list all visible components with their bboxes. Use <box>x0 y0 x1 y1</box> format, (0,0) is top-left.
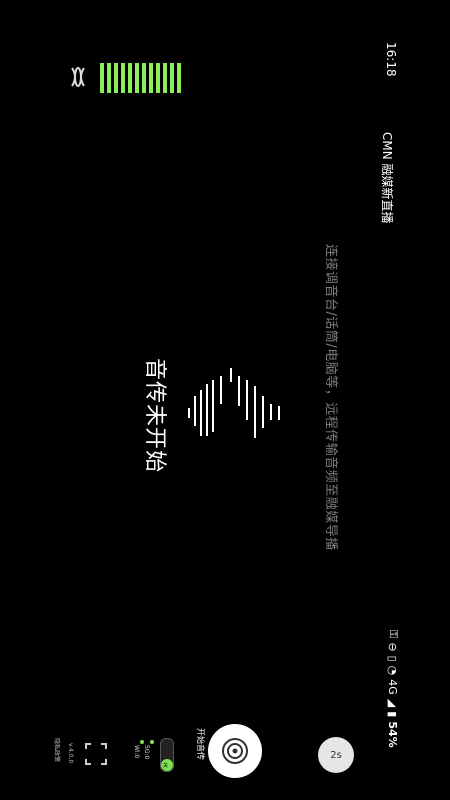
level-segment <box>135 63 139 93</box>
wifi-icon: ◔ <box>386 665 400 676</box>
level-segment <box>177 63 181 93</box>
level-segment <box>121 63 125 93</box>
privacy-policy-link[interactable]: 隐私政策 <box>53 738 62 762</box>
battery-level: 54% <box>386 721 400 748</box>
timer-button[interactable]: 2s <box>318 737 354 773</box>
battery-icon: ▮ <box>386 711 400 718</box>
start-broadcast-button[interactable] <box>208 724 262 778</box>
signal-icon: ◢ <box>386 698 400 708</box>
level-segment <box>163 63 167 93</box>
broadcast-icon <box>222 738 248 764</box>
network-type: 4G <box>386 679 400 695</box>
level-segment <box>142 63 146 93</box>
level-segment <box>149 63 153 93</box>
net-wifi-count: Wi:0 <box>133 745 140 759</box>
app-screen: 16:18 ⚿ ⊖ ▯ ◔ 4G ◢ ▮ 54% CMN 融媒新直播 连接调音台… <box>0 0 450 800</box>
net-wifi-dot <box>140 740 144 744</box>
audio-level-meter <box>100 63 182 93</box>
level-segment <box>128 63 132 93</box>
dnd-icon: ⊖ <box>386 642 400 652</box>
toggle-text: 关 <box>163 763 169 769</box>
net-5g-count: 5G:0 <box>143 745 150 760</box>
level-segment <box>114 63 118 93</box>
fullscreen-icon[interactable] <box>84 742 108 766</box>
net-5g-dot <box>150 740 154 744</box>
level-segment <box>156 63 160 93</box>
timer-label: 2s <box>330 749 342 761</box>
connection-hint: 连接调音台/话筒/电脑等，远程传输音频至融媒导播 <box>323 244 338 551</box>
start-broadcast-label: 开始音传 <box>196 728 205 760</box>
level-segment <box>100 63 104 93</box>
status-time: 16:18 <box>384 42 398 77</box>
speaker-icon <box>71 67 85 87</box>
network-toggle[interactable]: 关 <box>160 738 174 772</box>
level-segment <box>170 63 174 93</box>
vibrate-icon: ▯ <box>386 655 400 662</box>
status-icons: ⚿ ⊖ ▯ ◔ 4G ◢ ▮ 54% <box>386 630 401 748</box>
level-segment <box>107 63 111 93</box>
waveform-icon <box>188 368 280 438</box>
broadcast-status: 音传未开始 <box>142 358 167 474</box>
app-title: CMN 融媒新直播 <box>380 132 394 224</box>
key-icon: ⚿ <box>387 630 400 639</box>
app-version: v.4.0.0 <box>67 743 74 764</box>
